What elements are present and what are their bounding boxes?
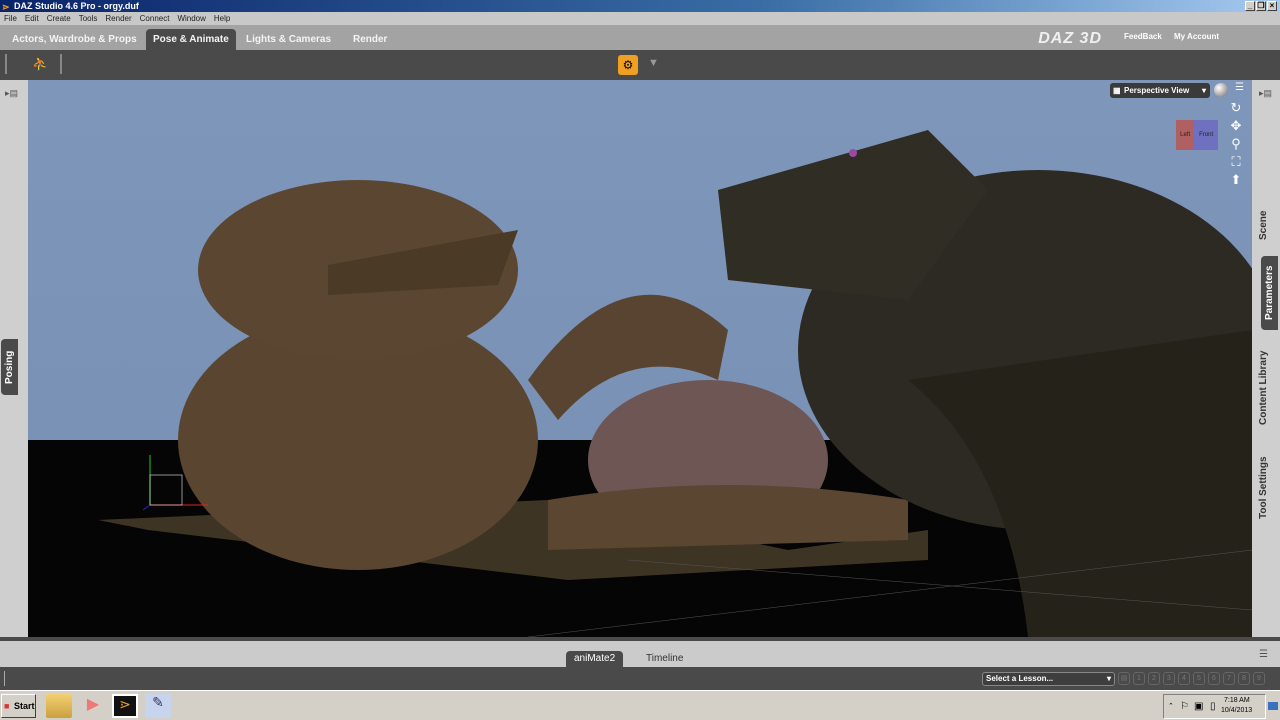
tab-render[interactable]: Render (346, 29, 394, 50)
menu-create[interactable]: Create (47, 12, 71, 25)
paint-task-icon[interactable]: ✎ (145, 694, 171, 718)
menu-tools[interactable]: Tools (79, 12, 98, 25)
my-account-link[interactable]: My Account (1174, 32, 1219, 41)
tab-parameters[interactable]: Parameters (1261, 256, 1278, 330)
clock-time[interactable]: 7:18 AM (1224, 697, 1250, 704)
toolbar: ⛹ ⚙ ▼ (0, 50, 1280, 79)
daz-logo: DAZ 3D (1038, 30, 1102, 47)
close-button[interactable]: × (1267, 1, 1277, 11)
taskbar: ■ Start ▶ ⋗ ✎ ⌃ ⚐ ▣ ▯ 7:18 AM 10/4/2013 (0, 690, 1280, 720)
view-selector[interactable]: ▦ Perspective View ▾ (1110, 83, 1210, 98)
frame-icon[interactable]: ⛶ (1228, 154, 1244, 170)
clock-date[interactable]: 10/4/2013 (1221, 707, 1252, 714)
pane-menu-icon[interactable]: ▸▤ (1259, 88, 1272, 99)
animate-tool-icon[interactable]: ⚙ (618, 55, 638, 75)
minimize-button[interactable]: _ (1245, 1, 1255, 11)
menu-window[interactable]: Window (177, 12, 205, 25)
pane-menu-icon[interactable]: ▸▤ (5, 88, 18, 99)
lesson-page-5[interactable]: 5 (1193, 672, 1205, 685)
lesson-select[interactable]: Select a Lesson... ▾ (982, 672, 1115, 686)
toolbar-divider (60, 54, 62, 74)
toolbar-divider (5, 54, 7, 74)
scene-render (98, 130, 1252, 637)
feedback-link[interactable]: FeedBack (1124, 32, 1162, 41)
tab-posing[interactable]: Posing (1, 339, 18, 395)
view-grid-icon: ▦ (1113, 86, 1121, 95)
3d-viewport[interactable]: ▦ Perspective View ▾ ☰ Left Front ↻ ✥ ⚲ … (28, 80, 1252, 637)
daz-studio-task-icon[interactable]: ⋗ (112, 694, 138, 718)
explorer-icon[interactable] (46, 694, 72, 718)
cube-front-face[interactable]: Front (1194, 120, 1218, 150)
viewport-menu-icon[interactable]: ☰ (1235, 82, 1244, 93)
menu-help[interactable]: Help (214, 12, 230, 25)
tab-lights-cameras[interactable]: Lights & Cameras (239, 29, 338, 50)
zoom-icon[interactable]: ⚲ (1228, 136, 1244, 152)
menu-edit[interactable]: Edit (25, 12, 39, 25)
windows-logo-icon: ■ (4, 701, 10, 711)
lesson-page-1[interactable]: 1 (1133, 672, 1145, 685)
activity-tabs: Actors, Wardrobe & Props Pose & Animate … (0, 25, 1280, 50)
lesson-home-icon[interactable]: ▤ (1118, 672, 1130, 685)
view-label: Perspective View (1124, 86, 1190, 95)
window-title: DAZ Studio 4.6 Pro - orgy.duf (14, 1, 139, 11)
lesson-page-8[interactable]: 8 (1238, 672, 1250, 685)
lesson-select-value: Select a Lesson... (986, 674, 1054, 683)
chevron-down-icon[interactable]: ▾ (1202, 83, 1206, 98)
tray-expand-icon[interactable]: ⌃ (1168, 702, 1174, 710)
tab-tool-settings[interactable]: Tool Settings (1258, 450, 1272, 526)
orbit-icon[interactable]: ↻ (1228, 100, 1244, 116)
title-bar: ⋗ DAZ Studio 4.6 Pro - orgy.duf _ ❐ × (0, 0, 1280, 12)
lesson-page-2[interactable]: 2 (1148, 672, 1160, 685)
divider (4, 671, 5, 686)
lesson-page-3[interactable]: 3 (1163, 672, 1175, 685)
media-player-icon[interactable]: ▶ (80, 694, 106, 718)
reset-view-icon[interactable]: ⬆ (1228, 172, 1244, 188)
left-pane: ▸▤ Posing (0, 80, 28, 637)
view-cube[interactable]: Left Front (1176, 120, 1218, 150)
tab-content-library[interactable]: Content Library (1258, 342, 1272, 434)
pose-tool-icon[interactable]: ⛹ (32, 56, 48, 72)
bottom-pane-tabs: aniMate2 Timeline ☰ (0, 637, 1280, 667)
pane-menu-icon[interactable]: ☰ (1259, 649, 1268, 660)
start-button[interactable]: ■ Start (1, 694, 36, 718)
show-desktop-button[interactable] (1268, 702, 1278, 710)
cube-left-face[interactable]: Left (1176, 120, 1195, 150)
system-tray: ⌃ ⚐ ▣ ▯ 7:18 AM 10/4/2013 (1163, 694, 1266, 719)
maximize-button[interactable]: ❐ (1256, 1, 1266, 11)
menu-render[interactable]: Render (105, 12, 131, 25)
pan-icon[interactable]: ✥ (1228, 118, 1244, 134)
right-pane: ▸▤ Scene Parameters Content Library Tool… (1252, 80, 1280, 637)
tab-scene[interactable]: Scene (1258, 205, 1272, 245)
menu-bar: File Edit Create Tools Render Connect Wi… (0, 12, 1280, 25)
tab-animate2[interactable]: aniMate2 (566, 651, 624, 667)
network-icon[interactable]: ▣ (1194, 701, 1203, 712)
start-label: Start (14, 701, 35, 711)
action-center-flag-icon[interactable]: ⚐ (1180, 701, 1189, 712)
lesson-bar: Select a Lesson... ▾ ▤ 1 2 3 4 5 6 7 8 9 (0, 667, 1280, 690)
tab-pose-animate[interactable]: Pose & Animate (146, 29, 236, 50)
draw-style-icon[interactable] (1214, 83, 1228, 97)
menu-connect[interactable]: Connect (140, 12, 170, 25)
menu-file[interactable]: File (4, 12, 17, 25)
volume-icon[interactable]: ▯ (1210, 701, 1216, 712)
tab-timeline[interactable]: Timeline (638, 651, 691, 667)
chevron-down-icon[interactable]: ▼ (648, 57, 659, 69)
tab-actors-wardrobe-props[interactable]: Actors, Wardrobe & Props (5, 29, 144, 50)
lesson-page-6[interactable]: 6 (1208, 672, 1220, 685)
lesson-page-7[interactable]: 7 (1223, 672, 1235, 685)
chevron-down-icon: ▾ (1106, 674, 1111, 683)
lesson-page-4[interactable]: 4 (1178, 672, 1190, 685)
lesson-page-9[interactable]: 9 (1253, 672, 1265, 685)
